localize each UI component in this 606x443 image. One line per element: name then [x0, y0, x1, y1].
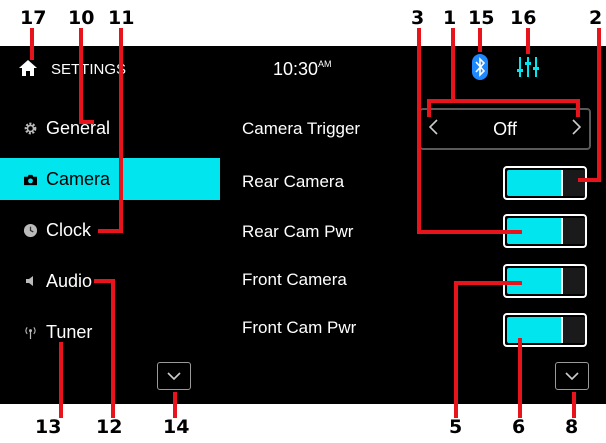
- gear-icon: [22, 120, 38, 136]
- callout-17: 17: [20, 7, 47, 29]
- sidebar-item-tuner[interactable]: Tuner: [0, 311, 220, 353]
- toggle-fill: [507, 317, 563, 343]
- toggle-knob: [561, 218, 585, 244]
- speaker-icon: [22, 273, 38, 289]
- callout-14: 14: [163, 416, 190, 438]
- settings-screen: SETTINGS 10:30 AM General Camera Clock A…: [0, 46, 606, 404]
- toggle-knob: [561, 170, 585, 196]
- callout-6: 6: [512, 416, 526, 438]
- equalizer-icon[interactable]: [516, 56, 540, 78]
- callout-13: 13: [35, 416, 62, 438]
- sidebar-item-label: General: [46, 117, 111, 138]
- toggle-knob: [561, 317, 585, 343]
- row-label-front-cam-pwr: Front Cam Pwr: [242, 318, 357, 337]
- toggle-fill: [507, 268, 563, 294]
- clock-ampm: AM: [318, 59, 332, 69]
- callout-15: 15: [468, 7, 495, 29]
- page-title: SETTINGS: [51, 61, 127, 78]
- toggle-knob: [561, 268, 585, 294]
- toggle-fill: [507, 218, 563, 244]
- radio-icon: [22, 324, 38, 340]
- sidebar-scroll-down-button[interactable]: [157, 362, 191, 390]
- chevron-down-icon: [167, 367, 181, 385]
- callout-16: 16: [510, 7, 537, 29]
- callout-2: 2: [589, 7, 603, 29]
- row-label-rear-camera: Rear Camera: [242, 172, 345, 191]
- callout-5: 5: [449, 416, 463, 438]
- rear-cam-pwr-toggle[interactable]: [503, 214, 587, 248]
- row-label-rear-cam-pwr: Rear Cam Pwr: [242, 222, 354, 241]
- chevron-down-icon: [565, 367, 579, 385]
- sidebar-item-label: Camera: [46, 168, 111, 189]
- callout-3: 3: [411, 7, 425, 29]
- rear-camera-toggle[interactable]: [503, 166, 587, 200]
- callout-1: 1: [443, 7, 457, 29]
- bluetooth-icon[interactable]: [472, 54, 488, 80]
- sidebar-item-label: Clock: [46, 219, 92, 240]
- row-label-front-camera: Front Camera: [242, 270, 347, 289]
- camera-trigger-value: Off: [493, 118, 517, 139]
- sidebar-item-camera[interactable]: Camera: [0, 158, 220, 200]
- sidebar-item-label: Audio: [46, 270, 93, 291]
- sidebar-item-clock[interactable]: Clock: [0, 209, 220, 251]
- sidebar-item-audio[interactable]: Audio: [0, 260, 220, 302]
- front-cam-pwr-toggle[interactable]: [503, 313, 587, 347]
- main-scroll-down-button[interactable]: [555, 362, 589, 390]
- clock-time: 10:30: [273, 59, 319, 79]
- callout-12: 12: [96, 416, 123, 438]
- sidebar-item-general[interactable]: General: [0, 107, 220, 149]
- sidebar-item-label: Tuner: [46, 321, 93, 342]
- toggle-fill: [507, 170, 563, 196]
- callout-10: 10: [68, 7, 95, 29]
- home-icon[interactable]: [18, 59, 38, 77]
- front-camera-toggle[interactable]: [503, 264, 587, 298]
- chevron-left-icon[interactable]: [428, 118, 438, 140]
- camera-icon: [22, 171, 38, 187]
- camera-trigger-selector[interactable]: Off: [419, 108, 591, 150]
- chevron-right-icon[interactable]: [572, 118, 582, 140]
- callout-11: 11: [108, 7, 135, 29]
- row-label-camera-trigger: Camera Trigger: [242, 119, 361, 138]
- clock-icon: [22, 222, 38, 238]
- callout-8: 8: [565, 416, 579, 438]
